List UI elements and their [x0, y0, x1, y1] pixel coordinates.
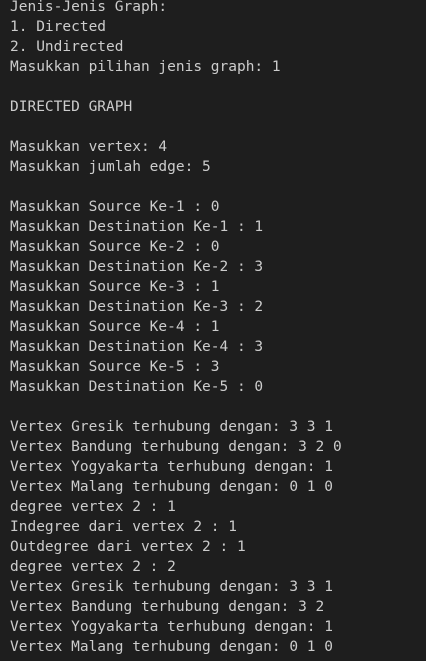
- terminal-line-source-4: Masukkan Source Ke-4 : 1: [10, 319, 220, 335]
- terminal-line-degree: degree vertex 2 : 1: [10, 499, 176, 515]
- terminal-line-menu-title: Jenis-Jenis Graph:: [10, 0, 168, 15]
- terminal-line-option-undirected: 2. Undirected: [10, 39, 124, 55]
- terminal-line-vertex-prompt: Masukkan vertex: 4: [10, 139, 168, 155]
- terminal-line-edge-count-prompt: Masukkan jumlah edge: 5: [10, 159, 211, 175]
- terminal-line-choice-prompt: Masukkan pilihan jenis graph: 1: [10, 59, 281, 75]
- terminal-line-adjacency-gresik: Vertex Gresik terhubung dengan: 3 3 1: [10, 419, 334, 435]
- terminal-line-adjacency-malang: Vertex Malang terhubung dengan: 0 1 0: [10, 639, 334, 655]
- terminal-line-adjacency-gresik: Vertex Gresik terhubung dengan: 3 3 1: [10, 579, 334, 595]
- terminal-line-destination-4: Masukkan Destination Ke-4 : 3: [10, 339, 264, 355]
- terminal-line-option-directed: 1. Directed: [10, 19, 107, 35]
- terminal-line-source-3: Masukkan Source Ke-3 : 1: [10, 279, 220, 295]
- terminal-line-destination-5: Masukkan Destination Ke-5 : 0: [10, 379, 264, 395]
- terminal-line-adjacency-yogyakarta: Vertex Yogyakarta terhubung dengan: 1: [10, 459, 334, 475]
- terminal-line-source-1: Masukkan Source Ke-1 : 0: [10, 199, 220, 215]
- terminal-line-source-2: Masukkan Source Ke-2 : 0: [10, 239, 220, 255]
- terminal-line-adjacency-malang: Vertex Malang terhubung dengan: 0 1 0: [10, 479, 334, 495]
- terminal-line-destination-3: Masukkan Destination Ke-3 : 2: [10, 299, 264, 315]
- terminal-line-adjacency-bandung: Vertex Bandung terhubung dengan: 3 2 0: [10, 439, 342, 455]
- terminal-line-indegree: Indegree dari vertex 2 : 1: [10, 519, 237, 535]
- terminal-output[interactable]: Jenis-Jenis Graph: 1. Directed 2. Undire…: [0, 0, 426, 661]
- terminal-line-adjacency-bandung: Vertex Bandung terhubung dengan: 3 2: [10, 599, 325, 615]
- terminal-line-destination-2: Masukkan Destination Ke-2 : 3: [10, 259, 264, 275]
- terminal-line-outdegree: Outdegree dari vertex 2 : 1: [10, 539, 246, 555]
- terminal-line-graph-type-heading: DIRECTED GRAPH: [10, 99, 133, 115]
- terminal-line-source-5: Masukkan Source Ke-5 : 3: [10, 359, 220, 375]
- terminal-line-degree: degree vertex 2 : 2: [10, 559, 176, 575]
- terminal-line-adjacency-yogyakarta: Vertex Yogyakarta terhubung dengan: 1: [10, 619, 334, 635]
- terminal-line-destination-1: Masukkan Destination Ke-1 : 1: [10, 219, 264, 235]
